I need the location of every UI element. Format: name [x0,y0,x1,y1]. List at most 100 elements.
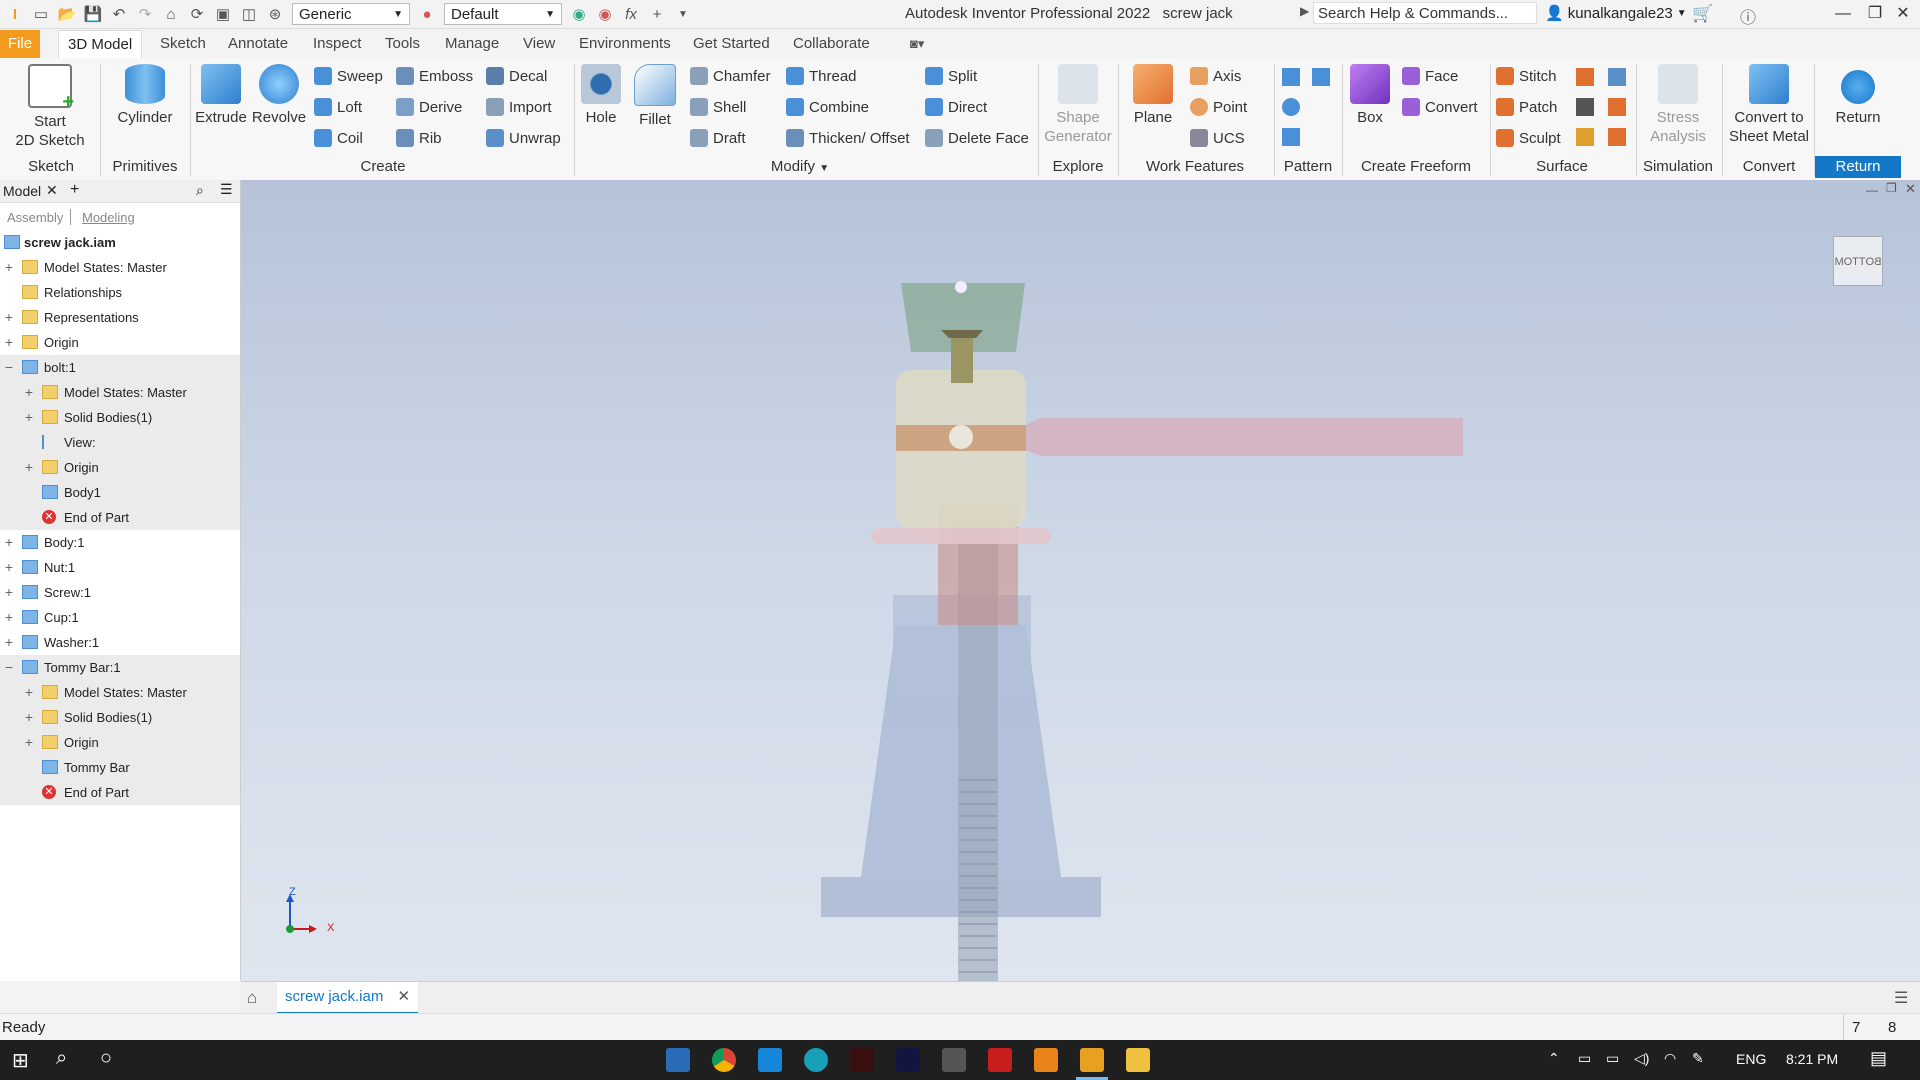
sketch-pattern-icon[interactable] [1282,128,1300,146]
stitch-button[interactable]: Stitch [1496,64,1557,88]
material-dropdown[interactable]: Generic ▼ [292,3,410,25]
tab-view[interactable]: View [514,30,564,58]
tree-item[interactable]: + Origin [0,455,240,480]
group-modify[interactable]: Modify ▼ [720,156,880,178]
rib-button[interactable]: Rib [396,126,442,150]
fit-mesh-icon[interactable] [1608,128,1626,146]
fillet-button[interactable]: Fillet [632,64,678,129]
expand-arrow-icon[interactable]: ▶ [1300,4,1309,18]
edge-icon[interactable] [804,1048,828,1072]
update-icon[interactable]: ⟳ [188,5,206,23]
tree-item[interactable]: + Screw:1 [0,580,240,605]
minimize-button[interactable]: — [1826,2,1860,26]
autocad-icon[interactable] [988,1048,1012,1072]
battery-icon[interactable]: ▭ [1606,1050,1619,1067]
add-icon[interactable]: + [70,181,79,199]
chamfer-button[interactable]: Chamfer [690,64,771,88]
sweep-button[interactable]: Sweep [314,64,383,88]
device-icon[interactable]: ▭ [1578,1050,1591,1067]
add-icon[interactable]: + [648,5,666,23]
revolve-button[interactable]: Revolve [250,64,308,127]
undo-icon[interactable]: ↶ [110,5,128,23]
tray-chevron-icon[interactable]: ⌃ [1548,1050,1560,1067]
expand-icon[interactable]: + [24,680,34,705]
convert-freeform-button[interactable]: Convert [1402,95,1478,119]
point-button[interactable]: Point [1190,95,1247,119]
thread-button[interactable]: Thread [786,64,857,88]
repair-icon[interactable] [1576,128,1594,146]
extrude-button[interactable]: Extrude [193,64,249,127]
select-icon[interactable]: ▣ [214,5,232,23]
tree-item[interactable]: + Solid Bodies(1) [0,405,240,430]
new-file-icon[interactable]: ▭ [32,5,50,23]
stress-analysis-button[interactable]: Stress Analysis [1640,64,1716,146]
fusion-icon[interactable] [1034,1048,1058,1072]
tree-item[interactable]: Body1 [0,480,240,505]
viewport-restore-icon[interactable]: ❐ [1886,181,1897,195]
lightroom-icon[interactable] [758,1048,782,1072]
tab-get-started[interactable]: Get Started [684,30,779,58]
open-icon[interactable]: 📂 [58,5,77,23]
tree-item[interactable]: + Nut:1 [0,555,240,580]
stack-app-icon[interactable] [666,1048,690,1072]
delete-face-button[interactable]: Delete Face [925,126,1029,150]
expand-icon[interactable]: + [24,705,34,730]
tree-item[interactable]: Relationships [0,280,240,305]
expand-icon[interactable]: + [4,255,14,280]
collapse-icon[interactable]: − [4,655,14,680]
decal-button[interactable]: Decal [486,64,547,88]
split-button[interactable]: Split [925,64,977,88]
redo-icon[interactable]: ↷ [136,5,154,23]
graphics-viewport[interactable]: BOTTOM — ❐ ✕ Z X [241,180,1920,981]
tree-item[interactable]: + Model States: Master [0,255,240,280]
face-button[interactable]: Face [1402,64,1458,88]
properties-icon[interactable]: ◫ [240,5,258,23]
panel-toggle-icon[interactable]: ◙▾ [910,36,924,52]
derive-button[interactable]: Derive [396,95,462,119]
expand-icon[interactable]: + [4,580,14,605]
tree-item[interactable]: ✕ End of Part [0,780,240,805]
tree-item[interactable]: − bolt:1 [0,355,240,380]
pen-icon[interactable]: ✎ [1692,1050,1704,1067]
home-icon[interactable]: ⌂ [247,988,257,1008]
tree-root[interactable]: screw jack.iam [0,230,240,255]
emboss-button[interactable]: Emboss [396,64,473,88]
tree-item[interactable]: + Model States: Master [0,680,240,705]
thicken-offset-button[interactable]: Thicken/ Offset [786,126,910,150]
tree-item[interactable]: − Tommy Bar:1 [0,655,240,680]
collapse-icon[interactable]: − [4,355,14,380]
convert-to-sheet-metal-button[interactable]: Convert to Sheet Metal [1726,64,1812,146]
menu-icon[interactable]: ☰ [1894,988,1908,1008]
fx-icon[interactable]: fx [622,5,640,23]
cortana-icon[interactable]: ○ [100,1047,112,1070]
expand-icon[interactable]: + [4,555,14,580]
tree-item[interactable]: + Origin [0,730,240,755]
viewport-minimize-icon[interactable]: — [1866,183,1878,197]
mode-modeling[interactable]: Modeling [82,210,135,225]
tab-environments[interactable]: Environments [570,30,680,58]
expand-icon[interactable]: + [24,730,34,755]
home-icon[interactable]: ⌂ [162,5,180,23]
tree-item[interactable]: + Origin [0,330,240,355]
tab-annotate[interactable]: Annotate [219,30,297,58]
tree-item[interactable]: + Cup:1 [0,605,240,630]
customize-icon[interactable]: ▼ [674,5,692,23]
tab-file[interactable]: File [0,30,40,58]
menu-icon[interactable]: ☰ [220,181,233,198]
premiere-icon[interactable] [896,1048,920,1072]
close-icon[interactable]: ✕ [398,988,411,1005]
search-icon[interactable]: ⌕ [56,1047,67,1070]
draft-button[interactable]: Draft [690,126,746,150]
hole-button[interactable]: Hole [578,64,624,127]
appearance-dropdown[interactable]: Default ▼ [444,3,562,25]
expand-icon[interactable]: + [4,630,14,655]
tree-item[interactable]: Tommy Bar [0,755,240,780]
notifications-icon[interactable]: ▤ [1870,1048,1887,1069]
tree-item[interactable]: View: [0,430,240,455]
document-tab[interactable]: screw jack.iam ✕ [277,982,419,1014]
cart-icon[interactable]: 🛒 [1692,4,1713,24]
tree-item[interactable]: + Model States: Master [0,380,240,405]
rectangular-pattern-icon[interactable] [1282,68,1300,86]
circular-pattern-icon[interactable] [1282,98,1300,116]
tab-tools[interactable]: Tools [376,30,429,58]
